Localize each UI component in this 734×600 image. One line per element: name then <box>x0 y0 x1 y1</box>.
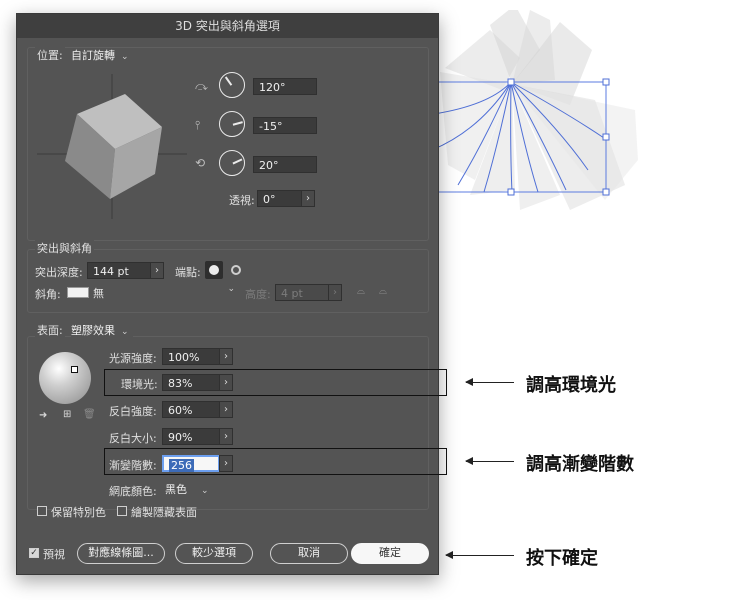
rotate-z-icon: ⟲ <box>195 156 206 170</box>
rotate-x-icon: ⤼ <box>195 79 208 93</box>
shading-color-value: 黑色 <box>165 483 187 496</box>
bevel-value: 無 <box>93 287 104 300</box>
light-handle[interactable] <box>71 366 78 373</box>
highlight-size-arrow-button[interactable]: › <box>219 428 233 445</box>
surface-type-value: 塑膠效果 <box>71 324 115 337</box>
extrude-depth-field[interactable]: 144 pt <box>87 262 151 279</box>
bevel-swatch <box>67 287 89 298</box>
ambient-annotation: 調高環境光 <box>526 375 616 396</box>
extrude-depth-label: 突出深度: <box>35 266 83 279</box>
perspective-field[interactable]: 0° <box>257 190 303 207</box>
extrude-depth-arrow-button[interactable]: › <box>150 262 164 279</box>
rotation-cube-track[interactable] <box>37 69 187 219</box>
position-label: 位置: <box>35 47 65 63</box>
cap-on-icon <box>209 265 219 275</box>
light-intensity-field[interactable]: 100% <box>162 348 220 365</box>
ok-button[interactable]: 確定 <box>351 543 429 564</box>
shading-color-dropdown[interactable]: 黑色 ⌄ <box>165 481 209 497</box>
cap-on-button[interactable] <box>205 261 223 279</box>
surface-label: 表面: <box>35 322 65 338</box>
shading-color-label: 網底顏色: <box>109 485 157 498</box>
press-ok-annotation: 按下確定 <box>526 548 598 569</box>
bevel-in-icon: ⌓ <box>379 286 387 297</box>
delete-light-icon[interactable]: 🗑 <box>83 409 96 420</box>
light-intensity-label: 光源強度: <box>109 352 157 365</box>
x-angle-field[interactable]: 120° <box>253 78 317 95</box>
fewer-options-button[interactable]: 較少選項 <box>175 543 253 564</box>
highlight-intensity-arrow-button[interactable]: › <box>219 401 233 418</box>
rotate-y-icon: ⫯ <box>195 118 201 132</box>
draw-hidden-label: 繪製隱藏表面 <box>131 506 197 519</box>
x-angle-dial[interactable] <box>219 72 245 98</box>
y-angle-field[interactable]: -15° <box>253 117 317 134</box>
draw-hidden-checkbox[interactable] <box>117 506 127 516</box>
chevron-down-icon: ⌄ <box>121 52 129 62</box>
map-art-button[interactable]: 對應線條圖... <box>77 543 165 564</box>
chevron-down-icon: ⌄ <box>121 327 129 337</box>
bevel-height-field: 4 pt <box>275 284 329 301</box>
move-light-back-icon[interactable]: ➜ <box>39 410 47 421</box>
cancel-button[interactable]: 取消 <box>270 543 348 564</box>
preview-checkbox[interactable]: ✓ <box>29 548 39 558</box>
ok-arrow <box>445 549 514 561</box>
z-angle-dial[interactable] <box>219 150 245 176</box>
position-preset-value: 自訂旋轉 <box>71 49 115 62</box>
chevron-down-icon: ⌄ <box>201 486 209 496</box>
light-intensity-arrow-button[interactable]: › <box>219 348 233 365</box>
blend-steps-arrow <box>465 455 514 467</box>
preview-label: 預視 <box>43 548 65 561</box>
cap-off-icon <box>231 265 241 275</box>
position-preset-dropdown[interactable]: 自訂旋轉 ⌄ <box>71 47 129 63</box>
extrude-group <box>27 249 429 313</box>
artwork-preview <box>429 10 638 210</box>
new-light-icon[interactable]: ⊞ <box>63 409 71 420</box>
highlight-size-label: 反白大小: <box>109 432 157 445</box>
extrude-section-label: 突出與斜角 <box>35 240 94 256</box>
lighting-sphere[interactable] <box>39 352 91 404</box>
perspective-arrow-button[interactable]: › <box>301 190 315 207</box>
dialog-title: 3D 突出與斜角選項 <box>17 14 438 38</box>
surface-type-dropdown[interactable]: 塑膠效果 ⌄ <box>71 322 133 338</box>
cap-off-button[interactable] <box>227 261 245 279</box>
perspective-label: 透視: <box>229 194 255 207</box>
chevron-down-icon: ⌄ <box>227 284 235 294</box>
highlight-size-field[interactable]: 90% <box>162 428 220 445</box>
preserve-spot-label: 保留特別色 <box>51 506 106 519</box>
ambient-callout-box <box>104 369 447 396</box>
preserve-spot-checkbox[interactable] <box>37 506 47 516</box>
y-angle-dial[interactable] <box>219 111 245 137</box>
bevel-label: 斜角: <box>35 288 61 301</box>
extrude-bevel-dialog: 3D 突出與斜角選項 位置: 自訂旋轉 ⌄ ⤼ 120° ⫯ -15° ⟲ 20°… <box>16 13 439 575</box>
bevel-dropdown[interactable]: 無 ⌄ <box>67 284 235 300</box>
highlight-intensity-label: 反白強度: <box>109 405 157 418</box>
blend-steps-annotation: 調高漸變階數 <box>526 454 634 475</box>
z-angle-field[interactable]: 20° <box>253 156 317 173</box>
highlight-intensity-field[interactable]: 60% <box>162 401 220 418</box>
cap-label: 端點: <box>175 266 201 279</box>
bevel-height-label: 高度: <box>245 288 271 301</box>
ambient-arrow <box>465 376 514 388</box>
blend-steps-callout-box <box>104 448 447 475</box>
bevel-height-arrow-button: › <box>328 284 342 301</box>
bevel-out-icon: ⌓ <box>357 286 365 297</box>
